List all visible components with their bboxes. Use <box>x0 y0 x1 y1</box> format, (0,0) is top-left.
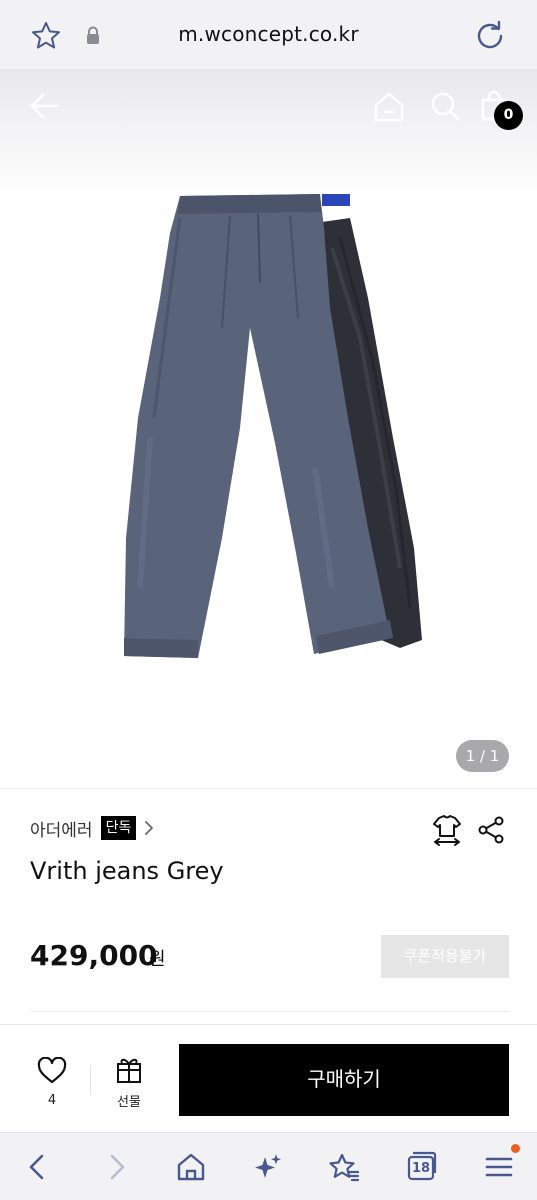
address-bar-url[interactable]: m.wconcept.co.kr <box>0 22 537 46</box>
divider <box>90 1065 91 1095</box>
heart-icon <box>37 1056 67 1084</box>
like-count: 4 <box>47 1093 57 1108</box>
brand-link[interactable]: 아더에러 단독 <box>30 815 156 841</box>
favorites-star-icon[interactable] <box>328 1151 360 1183</box>
share-icon[interactable] <box>476 815 506 845</box>
like-button[interactable]: 4 <box>22 1056 82 1108</box>
home-icon[interactable] <box>372 90 406 124</box>
product-info: 아더에러 단독 Vrith jeans Grey 429,000 원 쿠폰적용불… <box>0 788 537 1028</box>
buy-button[interactable]: 구매하기 <box>179 1044 509 1116</box>
price-currency: 원 <box>149 949 166 970</box>
notification-dot <box>511 1144 520 1153</box>
product-image-jeans[interactable] <box>110 188 430 674</box>
home-icon[interactable] <box>175 1151 207 1183</box>
tab-count: 18 <box>411 1161 431 1176</box>
exclusive-badge: 단독 <box>100 816 137 840</box>
browser-toolbar: m.wconcept.co.kr <box>0 0 537 70</box>
tabs-button[interactable]: 18 <box>407 1150 437 1182</box>
product-price: 429,000 <box>30 939 158 972</box>
product-title: Vrith jeans Grey <box>30 857 224 885</box>
sparkles-icon[interactable] <box>252 1151 284 1183</box>
chevron-right-icon[interactable] <box>142 819 156 837</box>
reload-icon[interactable] <box>474 20 506 52</box>
cart-count-badge: 0 <box>494 101 523 130</box>
product-image-gallery[interactable]: 0 1 / 1 <box>0 70 537 788</box>
forward-icon[interactable] <box>100 1151 132 1183</box>
back-icon[interactable] <box>22 1151 54 1183</box>
divider <box>30 1011 509 1012</box>
back-arrow-icon[interactable] <box>28 90 60 122</box>
purchase-bar: 4 선물 구매하기 <box>0 1024 537 1132</box>
size-fit-shirt-icon[interactable] <box>430 813 464 847</box>
menu-icon[interactable] <box>483 1151 515 1183</box>
coupon-unavailable-button[interactable]: 쿠폰적용불가 <box>381 935 509 978</box>
brand-name[interactable]: 아더에러 <box>30 816 93 841</box>
gift-button[interactable]: 선물 <box>98 1055 160 1110</box>
image-pager: 1 / 1 <box>456 740 509 772</box>
search-icon[interactable] <box>429 90 461 122</box>
browser-nav-bar: 18 <box>0 1132 537 1200</box>
gift-icon <box>117 1058 141 1083</box>
gift-label: 선물 <box>117 1095 141 1110</box>
